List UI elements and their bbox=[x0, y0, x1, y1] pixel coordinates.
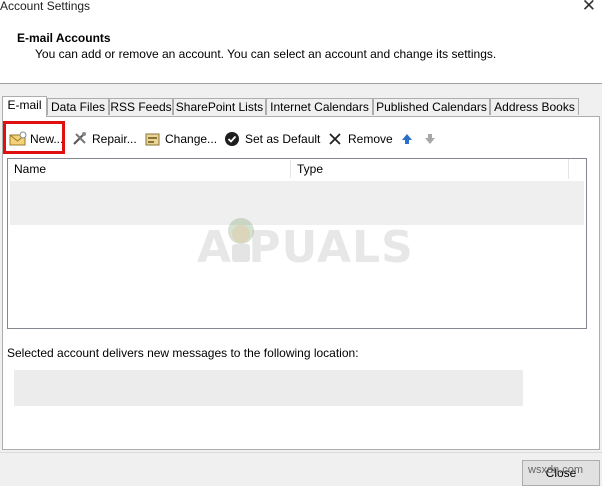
arrow-down-icon bbox=[423, 131, 441, 147]
tab-internet-calendars[interactable]: Internet Calendars bbox=[266, 98, 373, 115]
new-button-highlight bbox=[3, 121, 65, 154]
x-icon bbox=[327, 131, 345, 147]
close-window-button[interactable]: ✕ bbox=[582, 0, 596, 16]
location-label: Selected account delivers new messages t… bbox=[7, 346, 359, 360]
move-down-button[interactable] bbox=[423, 131, 439, 147]
column-separator bbox=[568, 159, 569, 179]
move-up-button[interactable] bbox=[400, 131, 416, 147]
list-item[interactable] bbox=[10, 181, 584, 225]
column-header-type[interactable]: Type bbox=[291, 159, 568, 179]
tab-sharepoint-lists[interactable]: SharePoint Lists bbox=[173, 98, 266, 115]
repair-button[interactable]: Repair... bbox=[71, 131, 139, 147]
tab-email[interactable]: E-mail bbox=[2, 96, 47, 117]
location-field bbox=[14, 370, 523, 406]
tab-label: Address Books bbox=[494, 100, 575, 114]
tab-label: E-mail bbox=[7, 98, 42, 112]
tab-label: Internet Calendars bbox=[270, 100, 369, 114]
tab-label: Published Calendars bbox=[376, 100, 487, 114]
column-label: Name bbox=[14, 162, 47, 176]
tab-label: Data Files bbox=[50, 100, 106, 114]
header-description: You can add or remove an account. You ca… bbox=[35, 47, 497, 61]
tab-address-books[interactable]: Address Books bbox=[490, 98, 579, 115]
set-as-default-button[interactable]: Set as Default bbox=[224, 131, 320, 147]
header-title: E-mail Accounts bbox=[17, 31, 111, 45]
set-as-default-label: Set as Default bbox=[245, 132, 321, 146]
change-account-icon bbox=[144, 131, 162, 147]
change-label: Change... bbox=[165, 132, 218, 146]
tab-published-calendars[interactable]: Published Calendars bbox=[373, 98, 490, 115]
remove-button[interactable]: Remove bbox=[327, 131, 393, 147]
arrow-up-icon bbox=[400, 131, 418, 147]
tab-data-files[interactable]: Data Files bbox=[47, 98, 109, 115]
footer-divider bbox=[0, 452, 602, 453]
checkmark-circle-icon bbox=[224, 131, 242, 147]
change-button[interactable]: Change... bbox=[144, 131, 218, 147]
tab-label: RSS Feeds bbox=[110, 100, 172, 114]
mascot-logo bbox=[228, 218, 254, 262]
column-header-name[interactable]: Name bbox=[8, 159, 290, 179]
tools-icon bbox=[71, 131, 89, 147]
tab-label: SharePoint Lists bbox=[175, 100, 264, 114]
repair-label: Repair... bbox=[92, 132, 137, 146]
window-title: Account Settings bbox=[0, 0, 91, 13]
header-section: E-mail Accounts You can add or remove an… bbox=[0, 18, 602, 84]
remove-label: Remove bbox=[348, 132, 393, 146]
title-bar: Account Settings ✕ bbox=[0, 0, 602, 18]
corner-watermark: wsxdn.com bbox=[528, 464, 584, 476]
column-label: Type bbox=[297, 162, 324, 176]
tab-rss-feeds[interactable]: RSS Feeds bbox=[109, 98, 173, 115]
